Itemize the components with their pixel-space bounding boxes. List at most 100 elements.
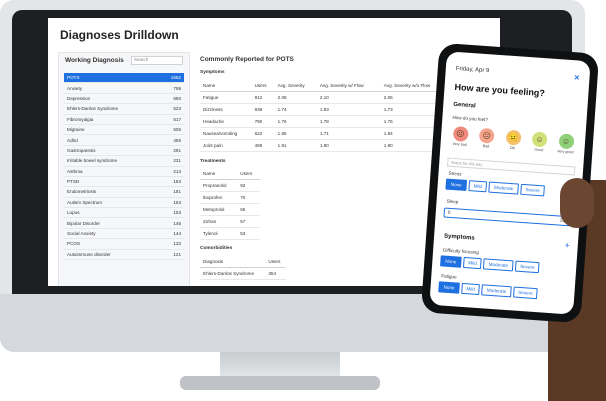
option-moderate-button[interactable]: Moderate (481, 284, 512, 298)
thumb (560, 178, 594, 228)
table-row[interactable]: Tylenol 53 (200, 227, 260, 240)
diagnosis-count: 153 (173, 210, 181, 216)
notes-input[interactable]: Notes for this day (446, 157, 576, 176)
treatments-table: Name Users Propranolol 92 Ibuprofen 70 Metopro… (200, 168, 260, 240)
table-cell: 938 (251, 103, 275, 116)
diagnosis-item[interactable]: Fibromyalgia 517 (64, 115, 184, 125)
diagnosis-item[interactable]: Autoimmune disorder 121 (64, 250, 184, 261)
difficulty-selector: None Mild Moderate Severe (440, 255, 540, 274)
diagnosis-item[interactable]: Ehlers-Danlos Syndrome 523 (64, 104, 184, 115)
mood-label: OK (509, 145, 516, 151)
monitor-base (180, 376, 380, 390)
mood-option[interactable]: ☹ Bad (475, 127, 498, 149)
option-moderate-button[interactable]: Moderate (488, 181, 519, 195)
table-row[interactable]: Fatigue 912 2.08 2.10 2.06 (200, 91, 448, 104)
diagnosis-name: Migraine (67, 127, 85, 133)
option-mild-button[interactable]: Mild (461, 282, 481, 296)
option-none-button[interactable]: None (438, 281, 460, 294)
table-cell: 1.78 (316, 115, 381, 128)
option-mild-button[interactable]: Mild (462, 256, 483, 270)
mood-option[interactable]: ☺ Good (528, 131, 551, 152)
page-title: Diagnoses Drilldown (60, 28, 179, 42)
close-icon[interactable]: × (574, 72, 580, 82)
diagnosis-count: 517 (173, 116, 181, 122)
column-header: Name (200, 168, 238, 180)
diagnosis-item[interactable]: Gastroparesis 291 (64, 146, 184, 157)
option-severe-button[interactable]: Severe (512, 286, 539, 300)
diagnosis-item[interactable]: Bipolar Disorder 145 (64, 218, 184, 229)
diagnosis-count: 213 (173, 168, 181, 174)
diagnosis-item[interactable]: PTSD 183 (64, 177, 184, 188)
column-header: Users (237, 168, 260, 180)
table-row[interactable]: Ehlers-Danlos Syndrome 354 (200, 267, 286, 280)
diagnosis-item[interactable]: Irritable bowel syndrome 231 (64, 156, 184, 167)
diagnosis-name: Autism Spectrum (67, 199, 102, 205)
table-cell: 1.74 (274, 103, 317, 116)
table-row[interactable]: Joint pain 469 1.91 1.90 1.90 (200, 139, 448, 152)
fatigue-selector: None Mild Moderate Severe (438, 281, 539, 300)
table-row[interactable]: Propranolol 92 (200, 179, 260, 192)
add-symptom-icon[interactable]: + (564, 240, 570, 250)
sleep-label: Sleep (446, 198, 459, 205)
table-row[interactable]: Metoprolol 65 (200, 203, 260, 216)
option-none-button[interactable]: None (440, 255, 462, 268)
mood-face-icon: ☹ (478, 127, 495, 144)
diagnosis-item[interactable]: Migraine 505 (64, 125, 184, 136)
difficulty-label: Difficulty focusing (442, 247, 479, 255)
table-cell: 2.10 (316, 91, 381, 104)
table-row[interactable]: Headache 790 1.76 1.78 1.76 (200, 115, 448, 128)
mood-face-icon: ☺ (558, 133, 575, 150)
table-cell: 2.08 (274, 91, 317, 104)
diagnosis-name: Asthma (67, 168, 83, 174)
diagnosis-count: 291 (173, 147, 181, 153)
option-none-button[interactable]: None (445, 178, 468, 191)
mood-option[interactable]: ☹ Very bad (448, 125, 471, 147)
diagnosis-count: 1652 (170, 75, 181, 81)
option-moderate-button[interactable]: Moderate (483, 258, 514, 272)
diagnosis-item[interactable]: POTS 1652 (64, 73, 184, 84)
comorbidities-heading: Comorbidities (200, 246, 233, 251)
mood-label: Good (534, 147, 544, 153)
table-row[interactable]: Dizziness 938 1.74 1.83 1.73 (200, 103, 448, 116)
diagnosis-count: 798 (173, 85, 181, 91)
option-severe-button[interactable]: Severe (520, 183, 546, 197)
table-cell: 912 (251, 91, 275, 104)
diagnosis-item[interactable]: Endometriosis 181 (64, 187, 184, 198)
diagnosis-item[interactable]: Autism Spectrum 163 (64, 198, 184, 209)
diagnosis-item[interactable]: Depression 650 (64, 94, 184, 105)
diagnosis-name: Irritable bowel syndrome (67, 158, 118, 164)
mood-option[interactable]: 😐 OK (501, 129, 524, 150)
diagnosis-count: 456 (173, 137, 181, 143)
stress-label: Stress (448, 170, 462, 177)
diagnosis-count: 144 (173, 231, 181, 237)
diagnosis-item[interactable]: PCOS 132 (64, 239, 184, 250)
diagnosis-name: Bipolar Disorder (67, 220, 100, 226)
column-header: Users (251, 80, 275, 92)
table-row[interactable]: Zofran 57 (200, 215, 260, 228)
diagnosis-count: 505 (173, 127, 181, 133)
mood-label: Very good (557, 149, 574, 155)
diagnosis-name: Endometriosis (67, 189, 97, 195)
table-row[interactable]: Nausea/vomiting 622 1.85 1.71 1.84 (200, 127, 448, 140)
sleep-slider[interactable]: 0 12+ (443, 207, 572, 227)
option-mild-button[interactable]: Mild (468, 180, 488, 193)
diagnosis-count: 650 (173, 95, 181, 101)
option-severe-button[interactable]: Severe (514, 260, 540, 274)
table-cell: 53 (237, 227, 260, 240)
search-input[interactable]: Search (131, 56, 183, 65)
diagnosis-item[interactable]: Anxiety 798 (64, 83, 184, 94)
diagnosis-item[interactable]: Lupus 153 (64, 208, 184, 219)
table-cell: 1.91 (274, 139, 317, 152)
diagnosis-item[interactable]: Social Anxiety 144 (64, 229, 184, 240)
table-row[interactable]: Ibuprofen 70 (200, 191, 260, 204)
reported-title: Commonly Reported for POTS (200, 56, 294, 63)
diagnosis-count: 145 (173, 220, 181, 226)
fatigue-label: Fatigue (441, 273, 457, 280)
diagnosis-item[interactable]: Adhd 456 (64, 135, 184, 146)
diagnosis-item[interactable]: Asthma 213 (64, 167, 184, 177)
table-cell: Ibuprofen (200, 191, 238, 204)
table-cell: 790 (251, 115, 275, 128)
mood-option[interactable]: ☺ Very good (554, 133, 577, 154)
diagnosis-name: Autoimmune disorder (67, 251, 111, 257)
feeling-title: How are you feeling? (454, 81, 546, 99)
